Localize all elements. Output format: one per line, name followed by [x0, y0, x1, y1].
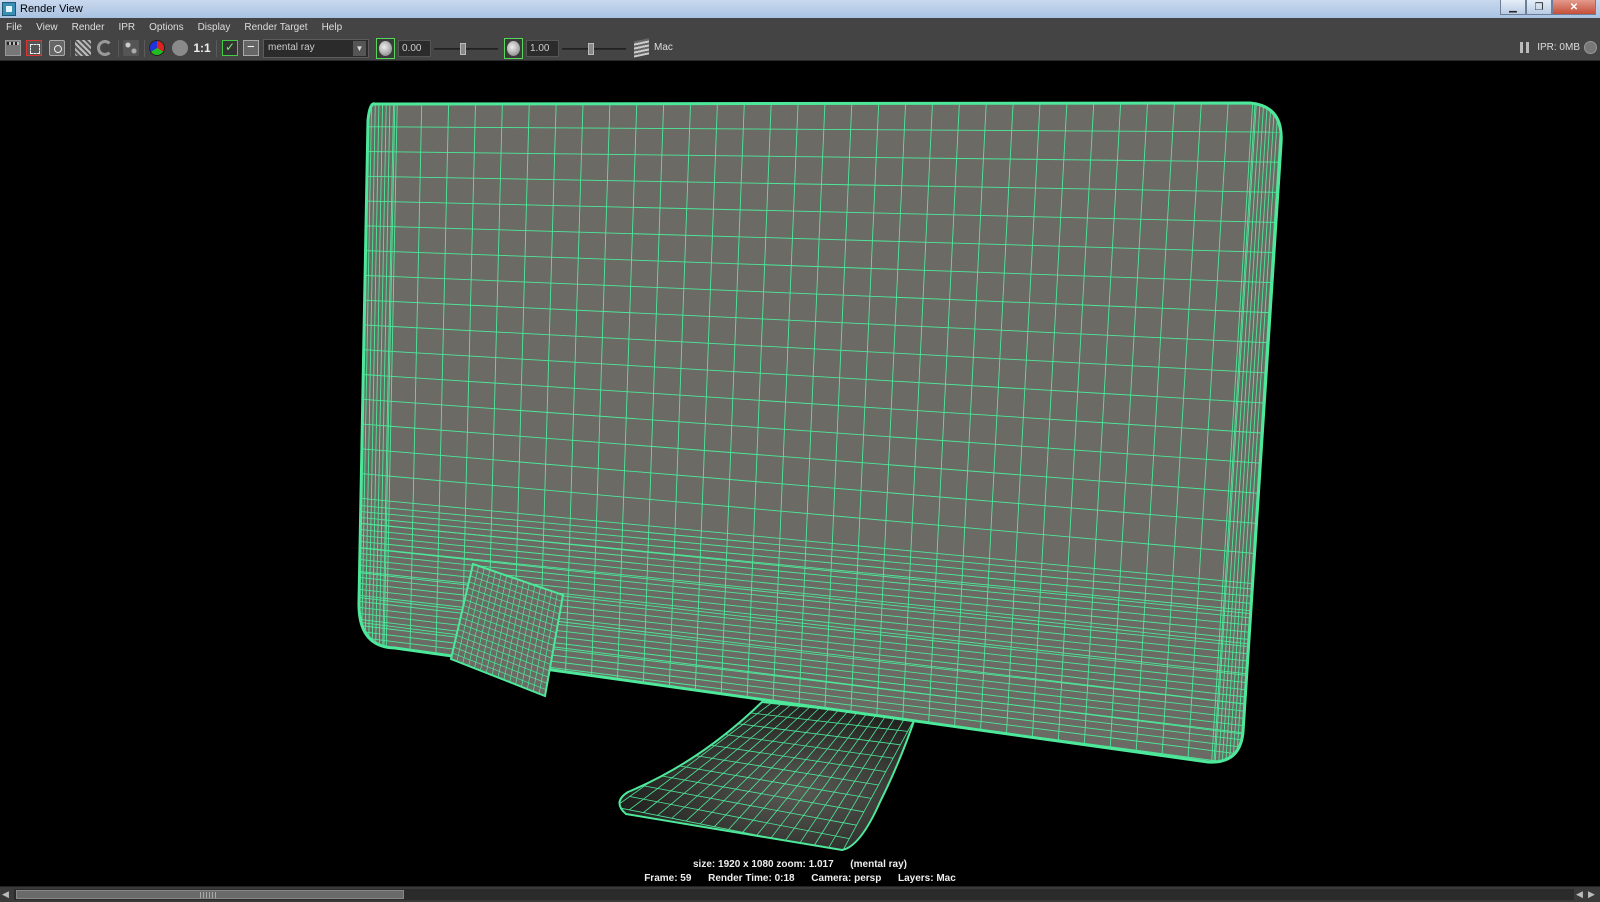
redo-previous-icon[interactable]	[123, 40, 139, 56]
title-bar: Render View ▁ ❐ ✕	[0, 0, 1600, 18]
horizontal-scrollbar[interactable]: ◀ ◀ ▶	[0, 886, 1600, 902]
ipr-memory-label: IPR: 0MB	[1537, 42, 1580, 53]
toolbar-separator	[118, 40, 119, 57]
menu-options[interactable]: Options	[149, 22, 183, 33]
ipr-render-icon[interactable]	[75, 40, 91, 56]
maximize-button[interactable]: ❐	[1526, 0, 1552, 15]
status-light-icon	[1584, 41, 1597, 54]
scroll-left-end-icon[interactable]: ◀	[1576, 889, 1586, 900]
scroll-left-icon[interactable]: ◀	[2, 889, 12, 900]
alpha-channel-icon[interactable]	[172, 40, 188, 56]
toolbar-separator	[144, 40, 145, 57]
render-info-size: size: 1920 x 1080 zoom: 1.017 (mental ra…	[693, 859, 907, 870]
renderer-dropdown[interactable]: mental ray ▼	[263, 39, 369, 58]
pause-icon[interactable]	[1520, 42, 1529, 53]
gamma-icon[interactable]	[504, 38, 523, 59]
window-controls: ▁ ❐ ✕	[1500, 0, 1596, 15]
minimize-button[interactable]: ▁	[1500, 0, 1526, 15]
one-to-one-button[interactable]: 1:1	[193, 40, 211, 56]
refresh-icon[interactable]	[97, 40, 113, 56]
keep-image-icon[interactable]	[222, 40, 238, 56]
menu-render-target[interactable]: Render Target	[244, 22, 307, 33]
render-layer-label: Mac	[654, 42, 673, 53]
window-title: Render View	[20, 3, 83, 15]
chevron-down-icon: ▼	[353, 41, 366, 56]
menu-render[interactable]: Render	[72, 22, 105, 33]
menu-help[interactable]: Help	[322, 22, 343, 33]
exposure-icon[interactable]	[376, 38, 395, 59]
render-region-icon[interactable]	[26, 40, 42, 56]
toolbar-separator	[70, 40, 71, 57]
menu-file[interactable]: File	[6, 22, 22, 33]
gamma-field[interactable]: 1.00	[526, 40, 559, 57]
menu-bar: File View Render IPR Options Display Ren…	[0, 18, 1600, 36]
exposure-slider[interactable]	[434, 43, 498, 55]
rgb-channels-icon[interactable]	[149, 40, 165, 56]
snapshot-icon[interactable]	[49, 40, 65, 56]
render-viewport[interactable]: size: 1920 x 1080 zoom: 1.017 (mental ra…	[0, 62, 1600, 886]
exposure-slider-thumb[interactable]	[460, 43, 467, 55]
render-layer-icon[interactable]	[634, 38, 649, 58]
scrollbar-grip-icon	[200, 892, 216, 898]
gamma-slider[interactable]	[562, 43, 626, 55]
menu-ipr[interactable]: IPR	[118, 22, 135, 33]
clapper-icon[interactable]	[5, 40, 21, 56]
toolbar-separator	[216, 40, 217, 57]
remove-image-icon[interactable]	[243, 39, 259, 56]
exposure-field[interactable]: 0.00	[398, 40, 431, 57]
maya-app-icon	[2, 2, 16, 16]
menu-view[interactable]: View	[36, 22, 58, 33]
menu-display[interactable]: Display	[198, 22, 231, 33]
renderer-value: mental ray	[268, 42, 315, 53]
scroll-right-icon[interactable]: ▶	[1588, 889, 1598, 900]
wireframe-render-image	[357, 101, 1283, 852]
render-info-frame: Frame: 59 Render Time: 0:18 Camera: pers…	[644, 873, 956, 884]
close-button[interactable]: ✕	[1552, 0, 1596, 15]
render-view-toolbar: 1:1 mental ray ▼ 0.00 1.00 Mac IPR: 0MB	[0, 36, 1600, 61]
gamma-slider-thumb[interactable]	[588, 43, 595, 55]
